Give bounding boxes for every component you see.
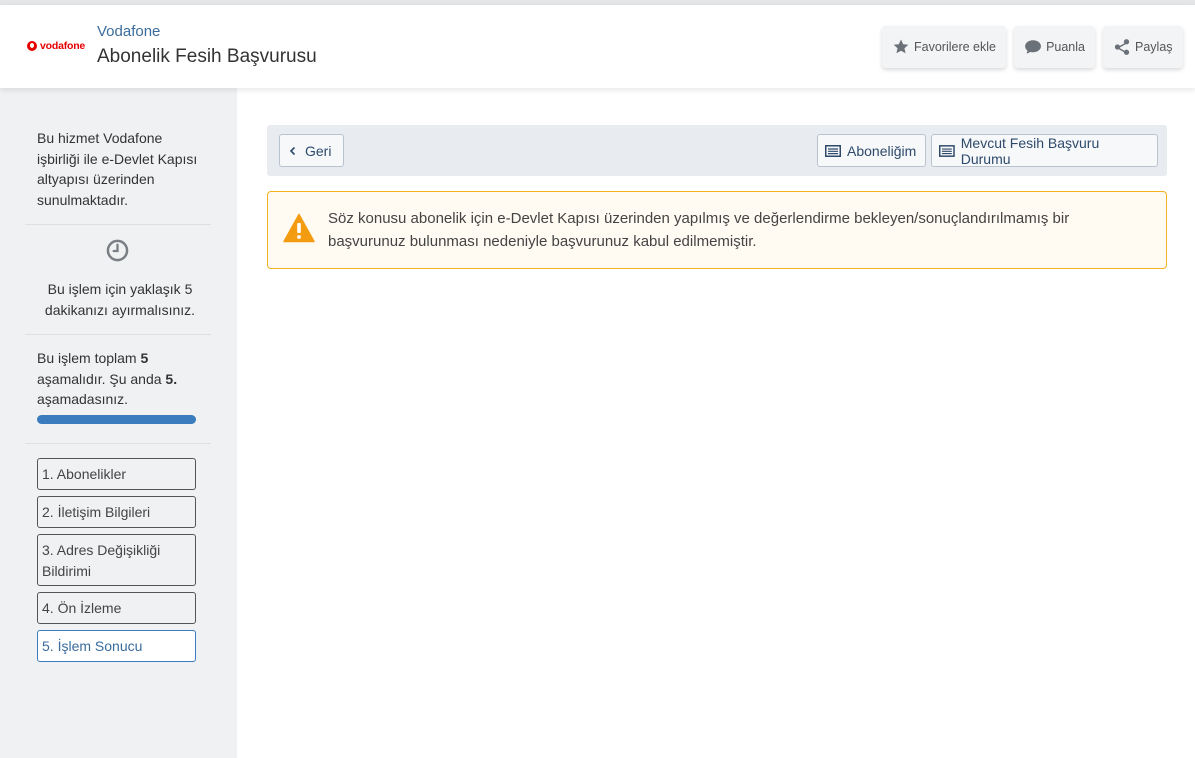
back-label: Geri	[305, 142, 332, 159]
share-label: Paylaş	[1135, 40, 1173, 54]
alert-message: Söz konusu abonelik için e-Devlet Kapısı…	[328, 210, 1070, 250]
subscription-button[interactable]: Aboneliğim	[817, 134, 926, 167]
warning-alert: Söz konusu abonelik için e-Devlet Kapısı…	[267, 191, 1167, 269]
clock-icon	[106, 239, 129, 262]
stage-prefix: Bu işlem toplam	[37, 350, 141, 366]
vodafone-logo-icon	[27, 41, 37, 51]
page-title: Abonelik Fesih Başvurusu	[97, 46, 317, 67]
application-status-button[interactable]: Mevcut Fesih Başvuru Durumu	[931, 134, 1158, 167]
rate-button[interactable]: Puanla	[1014, 26, 1095, 68]
vodafone-logo[interactable]: vodafone	[27, 40, 85, 52]
list-card-icon	[825, 144, 841, 157]
list-card-icon	[939, 144, 955, 157]
step-islem-sonucu[interactable]: 5. İşlem Sonucu	[37, 630, 196, 662]
stage-middle: aşamalıdır. Şu anda	[37, 370, 166, 387]
sidebar: Bu hizmet Vodafone işbirliği ile e-Devle…	[0, 88, 237, 758]
stage-current: 5.	[165, 370, 178, 387]
toolbar: Geri Aboneliğim Mevcut Fesih Başvuru Dur…	[267, 125, 1167, 176]
chevron-left-icon	[289, 146, 296, 155]
warning-icon	[283, 213, 315, 243]
progress-fill	[37, 415, 196, 424]
share-button[interactable]: Paylaş	[1103, 26, 1183, 68]
logo-text: vodafone	[40, 40, 86, 52]
brand-name[interactable]: Vodafone	[97, 23, 160, 40]
rate-label: Puanla	[1046, 40, 1085, 54]
progress-bar	[37, 415, 196, 424]
star-icon	[893, 39, 909, 54]
stage-info: Bu işlem toplam 5 aşamalıdır. Şu anda 5.…	[37, 348, 202, 410]
step-on-izleme[interactable]: 4. Ön İzleme	[37, 592, 196, 624]
step-abonelikler[interactable]: 1. Abonelikler	[37, 458, 196, 490]
time-estimate: Bu işlem için yaklaşık 5 dakikanızı ayır…	[44, 281, 196, 318]
favorite-button[interactable]: Favorilere ekle	[882, 26, 1006, 68]
divider	[25, 443, 211, 444]
step-adres-degisikligi[interactable]: 3. Adres Değişikliği Bildirimi	[37, 534, 196, 586]
stage-total: 5	[140, 350, 149, 366]
favorite-label: Favorilere ekle	[914, 40, 996, 54]
stage-suffix: aşamadasınız.	[37, 391, 129, 407]
divider	[25, 224, 211, 225]
page-header: vodafone Vodafone Abonelik Fesih Başvuru…	[0, 5, 1195, 88]
divider	[25, 334, 211, 335]
application-status-label: Mevcut Fesih Başvuru Durumu	[960, 134, 1100, 167]
share-icon	[1114, 39, 1130, 55]
service-info: Bu hizmet Vodafone işbirliği ile e-Devle…	[37, 130, 198, 208]
step-iletisim-bilgileri[interactable]: 2. İletişim Bilgileri	[37, 496, 196, 528]
chat-bubble-icon	[1025, 40, 1041, 54]
subscription-label: Aboneliğim	[847, 142, 917, 159]
back-button[interactable]: Geri	[279, 134, 344, 167]
